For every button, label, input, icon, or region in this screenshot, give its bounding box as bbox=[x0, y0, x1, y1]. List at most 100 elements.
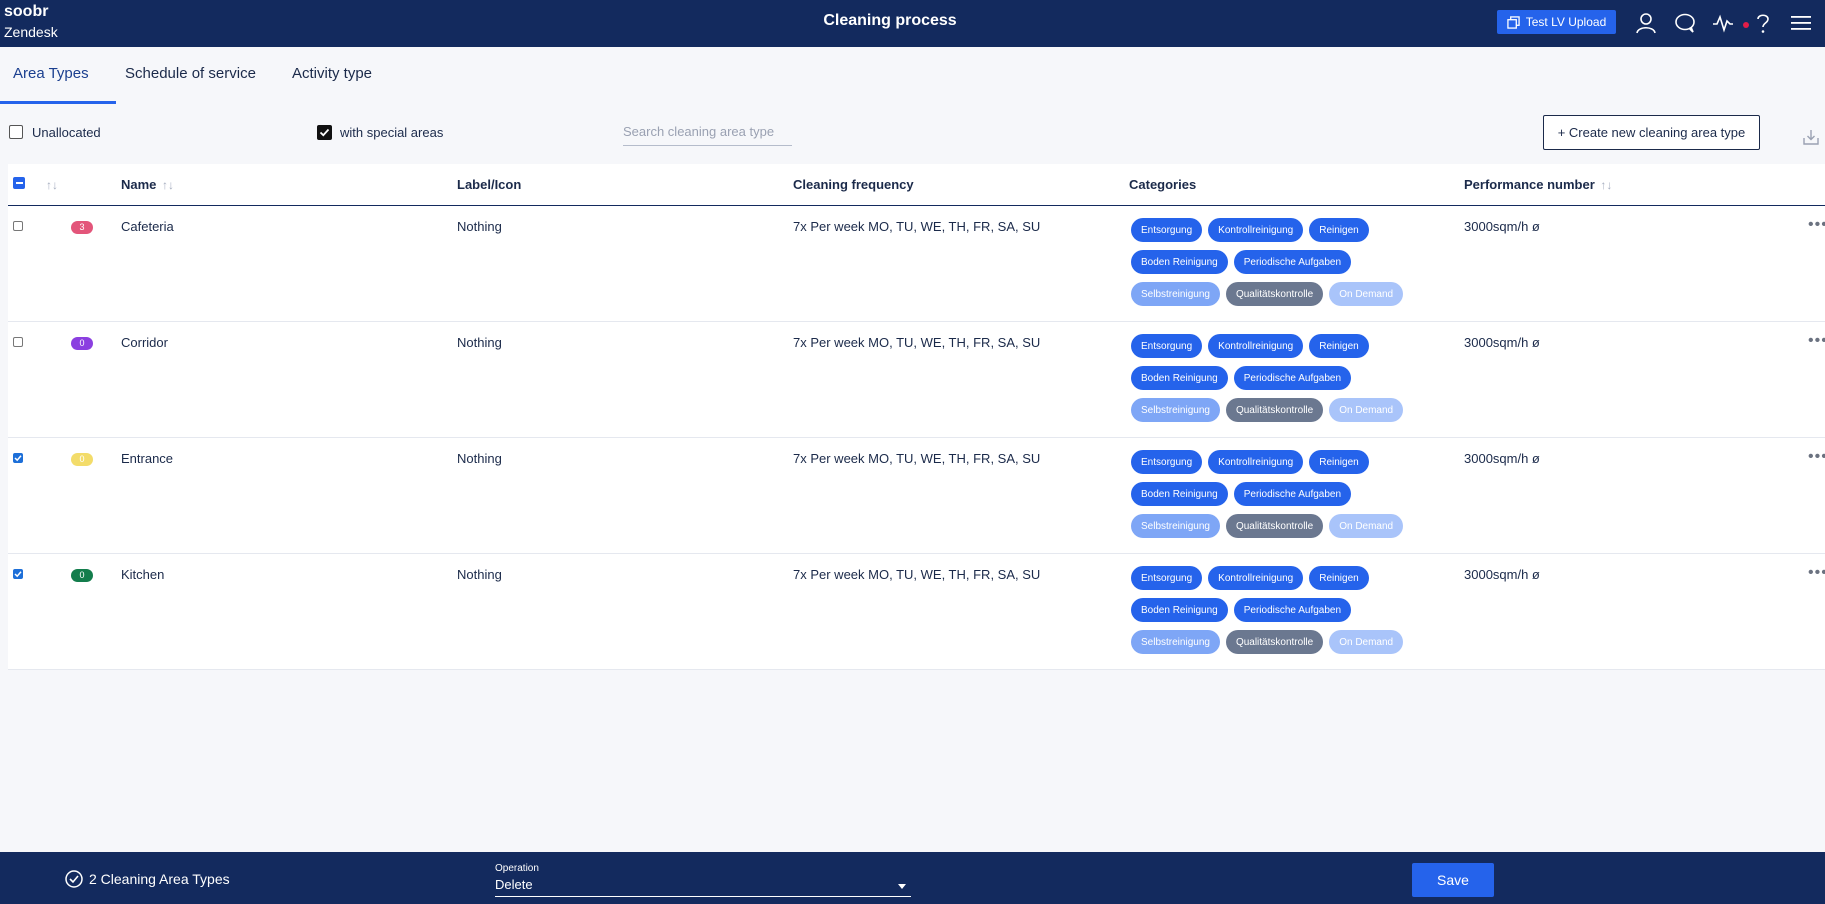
special-areas-label: with special areas bbox=[340, 125, 444, 140]
count-badge: 0 bbox=[71, 337, 93, 350]
column-cleaning-frequency: Cleaning frequency bbox=[793, 177, 914, 192]
activity-icon[interactable] bbox=[1711, 11, 1735, 35]
category-pill: Selbstreinigung bbox=[1131, 398, 1220, 422]
unallocated-checkbox[interactable] bbox=[9, 125, 23, 139]
category-pill: Boden Reinigung bbox=[1131, 598, 1228, 622]
count-badge: 0 bbox=[71, 569, 93, 582]
category-pill: Kontrollreinigung bbox=[1208, 566, 1304, 590]
help-icon[interactable] bbox=[1751, 11, 1775, 35]
test-lv-upload-button[interactable]: Test LV Upload bbox=[1497, 10, 1616, 34]
category-pill: Qualitätskontrolle bbox=[1225, 398, 1324, 422]
count-sort-icon[interactable]: ↑↓ bbox=[44, 177, 58, 192]
category-pill: On Demand bbox=[1329, 398, 1404, 422]
more-options-icon[interactable]: ••• bbox=[1808, 564, 1825, 582]
category-pill: Entsorgung bbox=[1131, 334, 1203, 358]
filter-bar: Unallocated with special areas + Create … bbox=[0, 104, 1825, 162]
area-label-icon: Nothing bbox=[457, 219, 502, 234]
more-options-icon[interactable]: ••• bbox=[1808, 448, 1825, 466]
column-performance[interactable]: Performance number ↑↓ bbox=[1464, 177, 1612, 192]
category-pill: Entsorgung bbox=[1131, 450, 1203, 474]
area-label-icon: Nothing bbox=[457, 451, 502, 466]
category-pill: Qualitätskontrolle bbox=[1225, 630, 1324, 654]
row-checkbox[interactable] bbox=[13, 337, 23, 347]
area-name: Corridor bbox=[121, 335, 168, 350]
table-header: ↑↓ Name ↑↓ Label/Icon Cleaning frequency… bbox=[8, 164, 1825, 206]
performance-number: 3000sqm/h ø bbox=[1464, 219, 1540, 234]
category-pill: Selbstreinigung bbox=[1131, 514, 1220, 538]
more-options-icon[interactable]: ••• bbox=[1808, 332, 1825, 350]
category-pill: Kontrollreinigung bbox=[1208, 334, 1304, 358]
selection-count: 2 Cleaning Area Types bbox=[89, 871, 230, 887]
category-pill: On Demand bbox=[1329, 282, 1404, 306]
row-checkbox[interactable] bbox=[13, 453, 23, 463]
category-list: Entsorgung Kontrollreinigung Reinigen Boden… bbox=[1131, 334, 1421, 430]
area-name: Entrance bbox=[121, 451, 174, 466]
area-label-icon: Nothing bbox=[457, 567, 502, 582]
category-pill: Periodische Aufgaben bbox=[1233, 250, 1352, 274]
category-pill: Periodische Aufgaben bbox=[1233, 598, 1352, 622]
cleaning-frequency: 7x Per week MO, TU, WE, TH, FR, SA, SU bbox=[793, 335, 1041, 350]
column-label-icon: Label/Icon bbox=[457, 177, 522, 192]
table-row[interactable]: 3 Cafeteria Nothing 7x Per week MO, TU, WE,… bbox=[8, 206, 1825, 322]
chevron-down-icon bbox=[898, 884, 906, 889]
performance-number: 3000sqm/h ø bbox=[1464, 451, 1540, 466]
category-pill: Boden Reinigung bbox=[1131, 366, 1228, 390]
operation-select[interactable]: Delete bbox=[495, 877, 911, 897]
operation-label: Operation bbox=[495, 863, 539, 874]
unallocated-label: Unallocated bbox=[32, 125, 101, 140]
menu-icon[interactable] bbox=[1789, 11, 1813, 35]
table-body: 3 Cafeteria Nothing 7x Per week MO, TU, WE,… bbox=[8, 206, 1825, 670]
count-badge: 3 bbox=[71, 221, 93, 234]
count-badge: 0 bbox=[71, 453, 93, 466]
tab-area-types[interactable]: Area Types bbox=[13, 65, 89, 82]
column-name[interactable]: Name ↑↓ bbox=[121, 177, 174, 192]
top-bar: soobr Zendesk Cleaning process Test LV U… bbox=[0, 0, 1825, 47]
table-row[interactable]: 0 Entrance Nothing 7x Per week MO, TU, WE, … bbox=[8, 438, 1825, 554]
category-pill: Entsorgung bbox=[1131, 218, 1203, 242]
category-pill: On Demand bbox=[1329, 514, 1404, 538]
category-list: Entsorgung Kontrollreinigung Reinigen Boden… bbox=[1131, 218, 1421, 314]
area-label-icon: Nothing bbox=[457, 335, 502, 350]
cleaning-frequency: 7x Per week MO, TU, WE, TH, FR, SA, SU bbox=[793, 219, 1041, 234]
create-area-type-button[interactable]: + Create new cleaning area type bbox=[1543, 115, 1760, 150]
upload-label: Test LV Upload bbox=[1525, 15, 1607, 29]
category-pill: Reinigen bbox=[1309, 566, 1369, 590]
category-pill: Qualitätskontrolle bbox=[1225, 514, 1324, 538]
row-checkbox[interactable] bbox=[13, 569, 23, 579]
category-pill: Reinigen bbox=[1309, 218, 1369, 242]
category-pill: Selbstreinigung bbox=[1131, 282, 1220, 306]
tab-activity-type[interactable]: Activity type bbox=[292, 65, 372, 82]
tab-schedule-of-service[interactable]: Schedule of service bbox=[125, 65, 256, 82]
sort-icon[interactable]: ↑↓ bbox=[162, 178, 174, 192]
category-pill: Periodische Aufgaben bbox=[1233, 366, 1352, 390]
user-icon[interactable] bbox=[1634, 11, 1658, 35]
search-input[interactable] bbox=[623, 118, 792, 146]
select-all-checkbox[interactable] bbox=[13, 177, 25, 189]
cleaning-frequency: 7x Per week MO, TU, WE, TH, FR, SA, SU bbox=[793, 451, 1041, 466]
category-pill: Periodische Aufgaben bbox=[1233, 482, 1352, 506]
category-pill: Reinigen bbox=[1309, 450, 1369, 474]
special-areas-checkbox[interactable] bbox=[317, 125, 332, 140]
category-pill: Boden Reinigung bbox=[1131, 250, 1228, 274]
category-pill: Entsorgung bbox=[1131, 566, 1203, 590]
category-list: Entsorgung Kontrollreinigung Reinigen Boden… bbox=[1131, 450, 1421, 546]
category-pill: Qualitätskontrolle bbox=[1225, 282, 1324, 306]
area-name: Cafeteria bbox=[121, 219, 174, 234]
operation-value: Delete bbox=[495, 877, 533, 892]
sort-icon[interactable]: ↑↓ bbox=[1600, 178, 1612, 192]
save-button[interactable]: Save bbox=[1412, 863, 1494, 897]
table-row[interactable]: 0 Corridor Nothing 7x Per week MO, TU, WE, … bbox=[8, 322, 1825, 438]
copy-icon bbox=[1507, 15, 1520, 29]
chat-icon[interactable] bbox=[1673, 11, 1697, 35]
checkmark-icon bbox=[14, 455, 22, 462]
more-options-icon[interactable]: ••• bbox=[1808, 216, 1825, 234]
download-icon[interactable] bbox=[1802, 128, 1822, 148]
tab-bar: Area Types Schedule of service Activity … bbox=[0, 47, 1825, 104]
table-row[interactable]: 0 Kitchen Nothing 7x Per week MO, TU, WE, T… bbox=[8, 554, 1825, 670]
notification-dot bbox=[1743, 22, 1749, 28]
column-categories: Categories bbox=[1129, 177, 1197, 192]
category-pill: Boden Reinigung bbox=[1131, 482, 1228, 506]
row-checkbox[interactable] bbox=[13, 221, 23, 231]
performance-number: 3000sqm/h ø bbox=[1464, 335, 1540, 350]
checkmark-icon bbox=[319, 128, 330, 137]
